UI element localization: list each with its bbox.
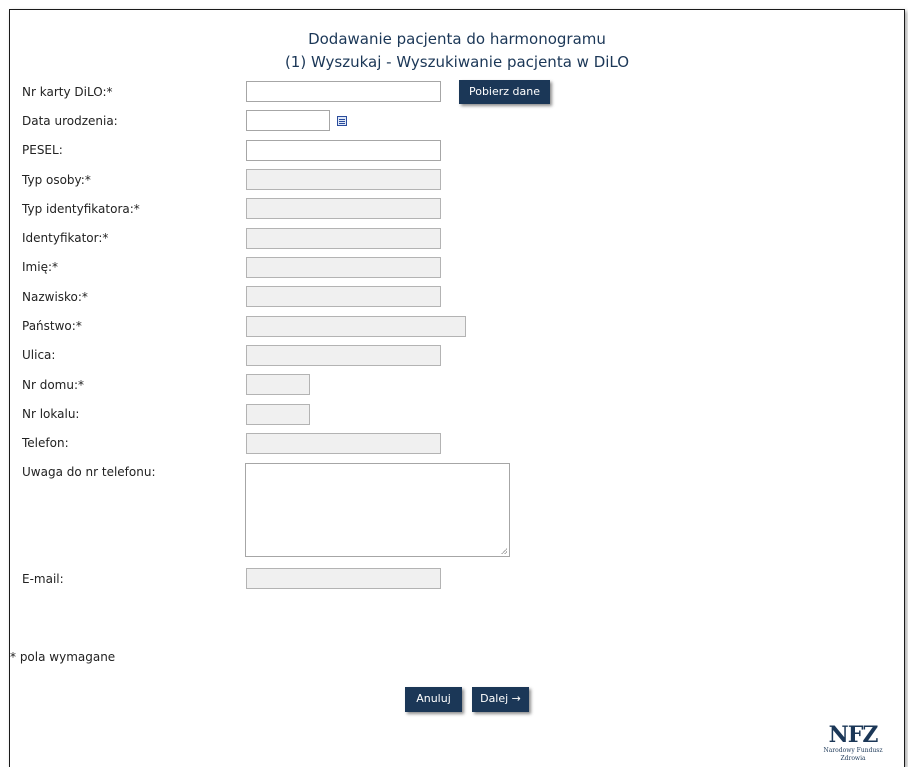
- imie-label: Imię:*: [22, 260, 58, 274]
- typ-identyfikatora-input[interactable]: [246, 198, 441, 219]
- page-title: Dodawanie pacjenta do harmonogramu: [308, 30, 606, 48]
- calendar-icon[interactable]: [337, 116, 347, 126]
- panstwo-label: Państwo:*: [22, 319, 82, 333]
- identyfikator-input[interactable]: [246, 228, 441, 249]
- nfz-logo: NFZ Narodowy Fundusz Zdrowia: [810, 723, 896, 763]
- required-note: * pola wymagane: [10, 650, 116, 664]
- telefon-input[interactable]: [246, 433, 441, 454]
- pobierz-dane-button[interactable]: Pobierz dane: [459, 80, 550, 104]
- cancel-button[interactable]: Anuluj: [405, 687, 462, 712]
- email-label: E-mail:: [22, 572, 64, 586]
- next-button[interactable]: Dalej →: [472, 687, 529, 712]
- dialog-frame: Dodawanie pacjenta do harmonogramu (1) W…: [9, 9, 905, 767]
- telefon-label: Telefon:: [22, 436, 69, 450]
- nfz-logo-mark: NFZ: [828, 722, 879, 748]
- data-urodzenia-input[interactable]: [246, 110, 330, 131]
- nr-karty-input[interactable]: [246, 81, 441, 102]
- uwaga-textarea[interactable]: [245, 463, 510, 557]
- ulica-label: Ulica:: [22, 348, 56, 362]
- nfz-logo-subtext: Narodowy Fundusz Zdrowia: [823, 747, 883, 762]
- typ-osoby-input[interactable]: [246, 169, 441, 190]
- nr-lokalu-label: Nr lokalu:: [22, 407, 80, 421]
- email-input[interactable]: [246, 568, 441, 589]
- pesel-label: PESEL:: [22, 143, 63, 157]
- data-urodzenia-label: Data urodzenia:: [22, 114, 118, 128]
- ulica-input[interactable]: [246, 345, 441, 366]
- nr-lokalu-input[interactable]: [246, 404, 310, 425]
- typ-identyfikatora-label: Typ identyfikatora:*: [22, 202, 140, 216]
- page-subtitle: (1) Wyszukaj - Wyszukiwanie pacjenta w D…: [284, 53, 630, 71]
- nr-domu-input[interactable]: [246, 374, 310, 395]
- panstwo-input[interactable]: [246, 316, 466, 337]
- pesel-input[interactable]: [246, 140, 441, 161]
- nr-karty-label: Nr karty DiLO:*: [22, 85, 113, 99]
- nr-domu-label: Nr domu:*: [22, 378, 85, 392]
- uwaga-label: Uwaga do nr telefonu:: [22, 465, 156, 479]
- resize-handle[interactable]: [501, 548, 507, 554]
- nazwisko-label: Nazwisko:*: [22, 290, 88, 304]
- identyfikator-label: Identyfikator:*: [22, 231, 109, 245]
- nazwisko-input[interactable]: [246, 286, 441, 307]
- typ-osoby-label: Typ osoby:*: [22, 173, 91, 187]
- imie-input[interactable]: [246, 257, 441, 278]
